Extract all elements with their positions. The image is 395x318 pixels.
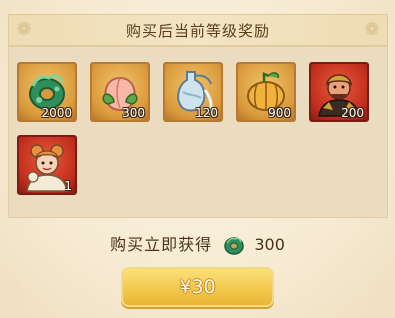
instant-reward-amount: 300 <box>254 234 285 254</box>
reward-slot-hero-portrait[interactable]: 200 <box>309 62 369 122</box>
buy-price-label: ¥30 <box>179 276 216 298</box>
reward-header: ❁ 购买后当前等级奖励 ❁ <box>8 14 388 46</box>
instant-reward-row: 购买立即获得 300 <box>0 230 395 258</box>
reward-quantity: 120 <box>195 106 218 120</box>
header-title: 购买后当前等级奖励 <box>125 22 270 40</box>
reward-quantity: 1 <box>64 179 72 193</box>
reward-slot-jade-coin[interactable]: 2000 <box>17 62 77 122</box>
reward-slot-child-hero-portrait[interactable]: 1 <box>17 135 77 195</box>
reward-quantity: 300 <box>122 106 145 120</box>
reward-slot-peach[interactable]: 300 <box>90 62 150 122</box>
jade-coin-icon <box>224 236 244 255</box>
reward-quantity: 2000 <box>41 106 72 120</box>
reward-slot-golden-pumpkin[interactable]: 900 <box>236 62 296 122</box>
cloud-ornament-icon: ❁ <box>364 19 380 40</box>
buy-button[interactable]: ¥30 <box>121 267 274 307</box>
instant-reward-label: 购买立即获得 <box>110 234 213 254</box>
reward-quantity: 900 <box>268 106 291 120</box>
reward-quantity: 200 <box>341 106 364 120</box>
reward-slot-spirit-vase[interactable]: 120 <box>163 62 223 122</box>
